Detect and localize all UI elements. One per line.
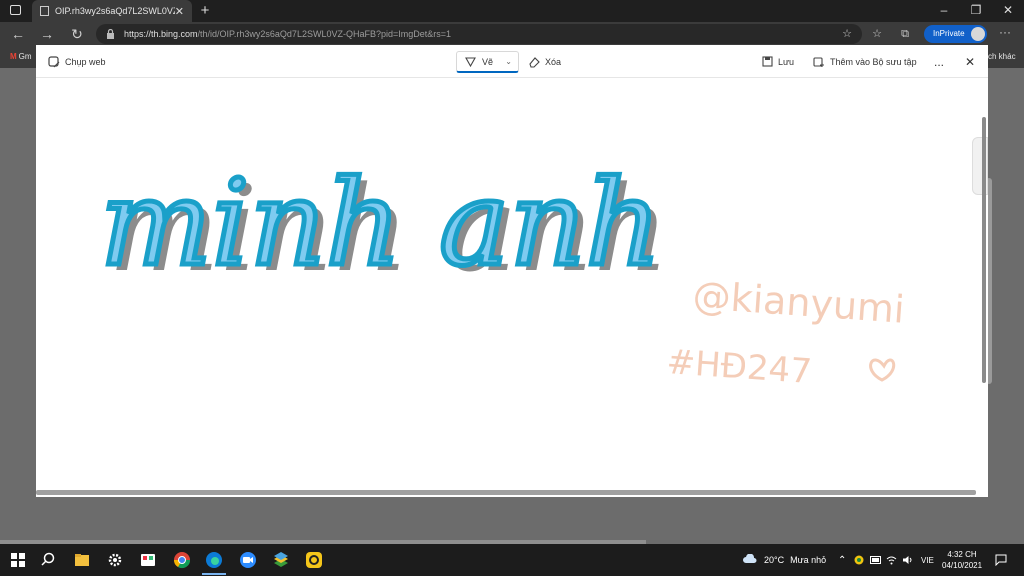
avatar — [971, 27, 985, 41]
collection-add-icon — [813, 56, 824, 67]
draw-label: Vẽ — [482, 56, 494, 67]
volume-icon[interactable] — [902, 555, 914, 565]
file-explorer-icon[interactable] — [73, 551, 91, 569]
bookmark-gmail[interactable]: M Gm — [10, 52, 32, 61]
title-bar: OIP.rh3wy2s6aQd7L2SWL0VZ-QHaFB?pid=ImgDe… — [0, 0, 1024, 22]
signature-drawing: @kianyumi #HĐ247 — [665, 273, 906, 392]
notification-icon[interactable] — [995, 554, 1007, 566]
drawing-text: minh anh — [100, 154, 661, 292]
web-capture-button[interactable]: Chụp web — [48, 45, 106, 78]
tray-app-icon[interactable] — [854, 555, 864, 565]
app-store-icon[interactable] — [139, 551, 157, 569]
address-bar: ← → ↻ https://th.bing.com/th/id/OIP.rh3w… — [0, 22, 1024, 46]
input-language[interactable]: VIE — [921, 544, 934, 576]
pen-icon — [465, 57, 476, 67]
search-icon[interactable] — [39, 551, 57, 569]
url-path: /th/id/OIP.rh3wy2s6aQd7L2SWL0VZ-QHaFB?pi… — [197, 29, 452, 39]
bookmark-gmail-label: Gm — [18, 52, 32, 61]
capture-toolbar: Chụp web Vẽ ⌄ Xóa Lưu Thêm vào Bộ sưu tậ… — [36, 45, 988, 78]
chevron-down-icon[interactable]: ⌄ — [505, 57, 512, 66]
tab-title: OIP.rh3wy2s6aQd7L2SWL0VZ-QHaFB?pid=ImgDe… — [55, 6, 175, 16]
settings-more-icon[interactable]: ··· — [996, 25, 1014, 43]
heart-icon — [869, 358, 896, 382]
edge-icon[interactable] — [205, 551, 223, 569]
url-input[interactable]: https://th.bing.com/th/id/OIP.rh3wy2s6aQ… — [96, 24, 862, 44]
weather-widget[interactable]: 20°C Mưa nhỏ — [742, 544, 826, 576]
page-icon — [40, 6, 49, 16]
close-capture-button[interactable]: ✕ — [965, 45, 975, 78]
inprivate-button[interactable]: InPrivate — [924, 25, 987, 43]
close-tab-icon[interactable]: ✕ — [175, 5, 184, 18]
refresh-icon[interactable]: ↻ — [68, 25, 86, 43]
taskbar: 20°C Mưa nhỏ ⌃ VIE 4:32 CH 04/10/2021 — [0, 544, 1024, 576]
new-tab-button[interactable]: + — [196, 0, 214, 22]
other-bookmarks[interactable]: ch khác — [988, 52, 1016, 61]
chrome-icon[interactable] — [173, 551, 191, 569]
inprivate-label: InPrivate — [933, 29, 965, 38]
capture-icon — [48, 55, 60, 67]
save-button[interactable]: Lưu — [762, 45, 794, 78]
weather-desc: Mưa nhỏ — [790, 555, 827, 565]
bluestacks-icon[interactable] — [272, 551, 290, 569]
zoom-icon[interactable] — [239, 551, 257, 569]
web-capture-label: Chụp web — [65, 56, 106, 67]
collections-icon[interactable]: ⧉ — [896, 25, 914, 43]
wifi-icon[interactable] — [886, 555, 897, 565]
save-label: Lưu — [778, 56, 795, 67]
cloud-rain-icon — [743, 554, 757, 563]
add-to-collection-label: Thêm vào Bộ sưu tập — [830, 56, 917, 67]
canvas-horizontal-scrollbar[interactable] — [36, 490, 976, 495]
clock-date: 04/10/2021 — [942, 561, 983, 570]
clock-time: 4:32 CH — [947, 550, 977, 559]
close-window-button[interactable]: ✕ — [992, 0, 1024, 22]
url-host: https://th.bing.com — [124, 29, 198, 39]
save-icon — [762, 56, 773, 67]
windows-start-icon[interactable] — [9, 551, 27, 569]
back-icon[interactable]: ← — [9, 25, 27, 43]
app-yellow-icon[interactable] — [305, 551, 323, 569]
minimize-button[interactable]: – — [928, 0, 960, 22]
forward-icon[interactable]: → — [38, 25, 56, 43]
drawing-canvas[interactable]: minh anh minh anh @kianyumi #HĐ247 — [36, 78, 988, 490]
active-app-indicator — [202, 573, 226, 575]
gmail-icon: M — [10, 52, 17, 61]
browser-tab[interactable]: OIP.rh3wy2s6aQd7L2SWL0VZ-QHaFB?pid=ImgDe… — [32, 0, 192, 22]
weather-temp: 20°C — [764, 555, 785, 565]
eraser-icon — [529, 56, 540, 68]
draw-button[interactable]: Vẽ ⌄ — [456, 51, 519, 73]
canvas-vertical-scrollbar[interactable] — [982, 117, 986, 383]
favorite-star-icon[interactable]: ☆ — [838, 25, 856, 43]
erase-label: Xóa — [545, 56, 562, 67]
signature-text: @kianyumi — [691, 273, 906, 332]
show-hidden-icons[interactable]: ⌃ — [838, 544, 846, 576]
tag-text: #HĐ247 — [665, 342, 813, 392]
drawing-svg: minh anh minh anh @kianyumi #HĐ247 — [98, 152, 907, 393]
maximize-button[interactable]: ❐ — [960, 0, 992, 22]
erase-button[interactable]: Xóa — [528, 45, 561, 78]
more-options-button[interactable]: ... — [934, 45, 944, 78]
add-to-collection-button[interactable]: Thêm vào Bộ sưu tập — [813, 45, 917, 78]
lock-icon — [107, 29, 114, 39]
web-capture-dialog: Chụp web Vẽ ⌄ Xóa Lưu Thêm vào Bộ sưu tậ… — [36, 45, 988, 497]
tab-actions-icon[interactable] — [10, 5, 21, 15]
battery-icon[interactable] — [870, 555, 882, 565]
favorites-icon[interactable]: ☆ — [868, 25, 886, 43]
settings-gear-icon[interactable] — [106, 551, 124, 569]
system-clock[interactable]: 4:32 CH 04/10/2021 — [942, 549, 982, 571]
